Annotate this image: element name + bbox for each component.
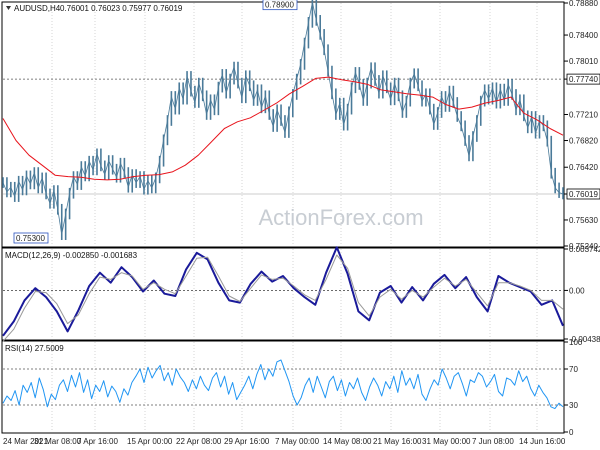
x-axis-label: 7 Apr 16:00 <box>77 437 118 446</box>
macd-title: MACD(12,26,9) -0.002850 -0.001683 <box>5 251 138 260</box>
price-header: AUDUSD,H4 0.76001 0.76023 0.75977 0.7601… <box>6 4 183 13</box>
x-axis-label: 21 May 16:00 <box>373 437 422 446</box>
x-axis-label: 22 Apr 08:00 <box>176 437 222 446</box>
y-axis-label: 100 <box>569 338 583 347</box>
x-axis-label: 14 Jun 16:00 <box>519 437 566 446</box>
y-axis-label: 0.78400 <box>569 31 598 40</box>
y-axis-label: 70 <box>569 365 578 374</box>
y-axis-label: 0.77210 <box>569 110 598 119</box>
forex-chart: 0.789000.75300 24 Mar 202131 Mar 08:007 … <box>0 0 600 450</box>
annotation-label: 0.75300 <box>16 234 45 243</box>
watermark: ActionForex.com <box>258 205 423 230</box>
x-axis-label: 15 Apr 00:00 <box>127 437 173 446</box>
x-axis-label: 7 Jun 08:00 <box>472 437 514 446</box>
x-axis-label: 7 May 00:00 <box>275 437 320 446</box>
y-axis-label: 0.76820 <box>569 137 598 146</box>
x-axis-label: 14 May 08:00 <box>323 437 372 446</box>
x-axis-label: 29 Apr 16:00 <box>224 437 270 446</box>
y-axis-label: 0.00 <box>569 286 585 295</box>
rsi-title: RSI(14) 27.5009 <box>5 344 64 353</box>
x-axis-label: 31 May 00:00 <box>422 437 471 446</box>
annotation-label: 0.78900 <box>265 1 294 10</box>
y-axis-label: 30 <box>569 401 578 410</box>
y-axis-label: 0.003742 <box>569 245 600 254</box>
x-axis-label: 31 Mar 08:00 <box>34 437 82 446</box>
y-axis-label: 0.78010 <box>569 57 598 66</box>
y-axis-label: 0 <box>569 428 574 437</box>
y-axis-label: 0.78880 <box>569 0 598 8</box>
y-axis-label: 0.76019 <box>569 190 598 199</box>
y-axis-label: 0.75630 <box>569 216 598 225</box>
ohlc-values: 0.76001 0.76023 0.75977 0.76019 <box>60 4 183 13</box>
symbol-label: AUDUSD,H4 <box>14 4 61 13</box>
y-axis-label: 0.76420 <box>569 163 598 172</box>
y-axis-label: 0.77740 <box>569 75 598 84</box>
